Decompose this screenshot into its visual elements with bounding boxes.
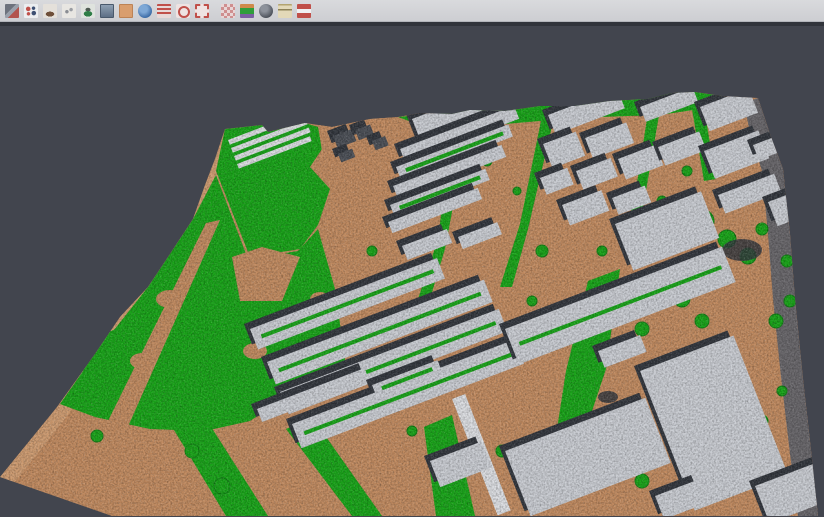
annotate-icon <box>278 4 292 18</box>
fence-selection-button[interactable] <box>193 2 210 20</box>
fence-select-icon <box>195 4 209 18</box>
globe-view-button[interactable] <box>136 2 153 20</box>
dark-sphere-icon <box>259 4 273 18</box>
vegetation-class-button[interactable] <box>79 2 96 20</box>
profile-lines-button[interactable] <box>155 2 172 20</box>
viewport-3d[interactable] <box>0 22 824 516</box>
class-palette-icon <box>240 4 254 18</box>
grid-select-icon <box>221 4 235 18</box>
low-points-class-button[interactable] <box>60 2 77 20</box>
profile-lines-icon <box>157 4 171 18</box>
low-points-icon <box>62 4 76 18</box>
vegetation-mound-icon <box>81 4 95 18</box>
target-picker-button[interactable] <box>174 2 191 20</box>
point-pairs-button[interactable] <box>22 2 39 20</box>
flag-tool-button[interactable] <box>295 2 312 20</box>
toolbar-separator <box>211 2 218 20</box>
ground-grid-icon <box>119 4 133 18</box>
building-block-icon <box>100 4 114 18</box>
globe-icon <box>138 4 152 18</box>
point-cloud-scene[interactable] <box>0 26 824 516</box>
ground-class-button[interactable] <box>41 2 58 20</box>
classify-multi-button[interactable] <box>3 2 20 20</box>
point-pairs-icon <box>24 4 38 18</box>
toolbar <box>0 0 824 22</box>
grid-selection-button[interactable] <box>219 2 236 20</box>
classify-multi-icon <box>5 4 19 18</box>
target-circle-icon <box>176 4 190 18</box>
classification-palette-button[interactable] <box>238 2 255 20</box>
ground-mound-icon <box>43 4 57 18</box>
ground-grid-button[interactable] <box>117 2 134 20</box>
annotation-tool-button[interactable] <box>276 2 293 20</box>
render-sphere-button[interactable] <box>257 2 274 20</box>
flag-stripes-icon <box>297 4 311 18</box>
building-class-button[interactable] <box>98 2 115 20</box>
